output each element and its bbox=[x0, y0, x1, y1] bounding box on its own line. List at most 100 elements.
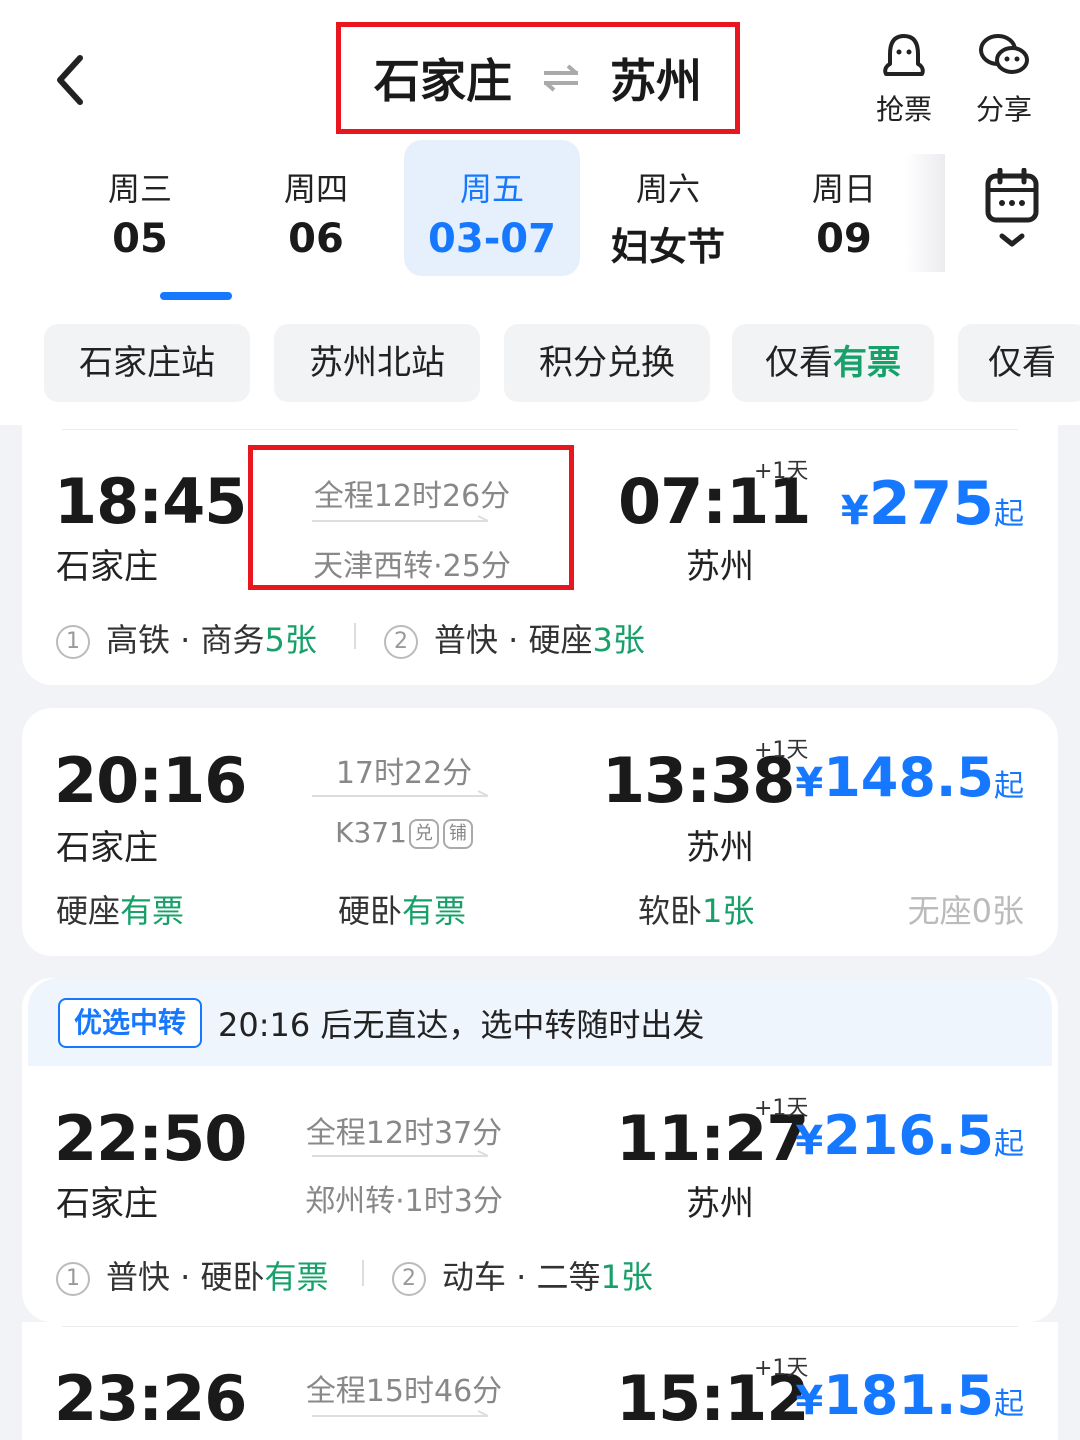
price: ¥148.5起 bbox=[795, 746, 1024, 809]
segment-availability: 1张 bbox=[600, 1258, 653, 1296]
transfer-info: 天津西转·25分 bbox=[313, 549, 511, 584]
segment-2: 2 普快 · 硬座3张 bbox=[384, 615, 645, 661]
transfer-info: 郑州转·1时3分 bbox=[305, 1184, 503, 1219]
filter-points-exchange[interactable]: 积分兑换 bbox=[504, 324, 710, 402]
seat-availability: 有票 bbox=[120, 892, 185, 930]
separator bbox=[354, 623, 356, 649]
price-symbol: ¥ bbox=[795, 1118, 824, 1164]
filter-available-only[interactable]: 仅看有票 bbox=[732, 324, 934, 402]
depart-time: 20:16 bbox=[54, 744, 247, 817]
arrow-line-icon bbox=[312, 790, 489, 797]
arrow-line-icon bbox=[312, 1410, 489, 1417]
arrow-line-icon bbox=[312, 515, 489, 522]
segment-1: 1 普快 · 硬卧有票 bbox=[56, 1252, 329, 1298]
duration: 全程12时26分 bbox=[313, 479, 511, 514]
price-value: 275 bbox=[868, 469, 994, 539]
segment-availability: 3张 bbox=[592, 621, 645, 659]
arrive-city: 苏州 bbox=[686, 828, 754, 868]
filter-available-prefix: 仅看 bbox=[765, 343, 833, 383]
price-value: 148.5 bbox=[823, 746, 994, 809]
price-suffix: 起 bbox=[994, 769, 1024, 804]
train-number: K371 bbox=[335, 816, 407, 849]
date-weekday: 周五 bbox=[459, 170, 524, 208]
segment-type: 普快 · 硬座 bbox=[434, 621, 593, 659]
promo-banner: 优选中转 20:16 后无直达，选中转随时出发 bbox=[28, 978, 1052, 1066]
separator bbox=[362, 1260, 364, 1286]
segment-1: 1 高铁 · 商务5张 bbox=[56, 615, 317, 661]
price: ¥216.5起 bbox=[795, 1104, 1024, 1167]
route-title[interactable]: 石家庄 苏州 bbox=[336, 22, 740, 134]
date-tab-fri[interactable]: 周五 03-07 bbox=[404, 140, 580, 276]
train-card[interactable]: 23:26 全程15时46分 15:12 +1天 ¥181.5起 bbox=[22, 1322, 1058, 1440]
to-city[interactable]: 苏州 bbox=[610, 45, 702, 111]
date-scroll-fade bbox=[905, 154, 945, 272]
date-indicator bbox=[160, 292, 232, 300]
price-symbol: ¥ bbox=[795, 760, 824, 806]
price-suffix: 起 bbox=[994, 1387, 1024, 1422]
depart-time: 22:50 bbox=[54, 1102, 247, 1175]
price-symbol: ¥ bbox=[840, 488, 869, 534]
seat-availability: 有票 bbox=[402, 892, 467, 930]
ghost-icon bbox=[883, 34, 925, 76]
segment-availability: 有票 bbox=[264, 1258, 329, 1296]
filter-arrive-station[interactable]: 苏州北站 bbox=[274, 324, 480, 402]
header: 石家庄 苏州 抢票 分享 周三 05 周四 06 周五 03-07 周六 妇女节… bbox=[0, 0, 1080, 425]
back-arrow-icon[interactable] bbox=[48, 52, 98, 108]
filter-available-green: 有票 bbox=[833, 343, 901, 383]
seat-hard-seat: 硬座有票 bbox=[56, 886, 184, 932]
price-suffix: 起 bbox=[994, 497, 1024, 532]
share-label: 分享 bbox=[975, 93, 1032, 126]
train-card[interactable]: 20:16 石家庄 17时22分 K371 兑铺 13:38 +1天 苏州 ¥14… bbox=[22, 708, 1058, 956]
depart-time: 23:26 bbox=[54, 1362, 247, 1435]
calendar-icon[interactable] bbox=[982, 168, 1042, 252]
segment-number: 2 bbox=[384, 625, 418, 659]
date-weekday: 周四 bbox=[283, 170, 348, 208]
date-tab-wed[interactable]: 周三 05 bbox=[52, 140, 228, 276]
from-city[interactable]: 石家庄 bbox=[374, 45, 512, 111]
grab-ticket-label: 抢票 bbox=[875, 93, 932, 126]
seat-type: 硬卧 bbox=[338, 892, 403, 930]
segment-2: 2 动车 · 二等1张 bbox=[392, 1252, 653, 1298]
swap-icon[interactable] bbox=[542, 64, 580, 92]
date-day: 妇女节 bbox=[610, 225, 725, 269]
seat-availability: 1张 bbox=[702, 892, 755, 930]
grab-ticket-button[interactable]: 抢票 bbox=[864, 30, 944, 128]
seat-standing: 无座0张 bbox=[908, 886, 1024, 932]
segment-type: 普快 · 硬卧 bbox=[106, 1258, 265, 1296]
seat-type: 硬座 bbox=[56, 892, 121, 930]
filter-depart-station[interactable]: 石家庄站 bbox=[44, 324, 250, 402]
share-button[interactable]: 分享 bbox=[964, 30, 1044, 128]
date-weekday: 周三 bbox=[107, 170, 172, 208]
seat-type: 软卧 bbox=[638, 892, 703, 930]
train-number-row: K371 兑铺 bbox=[254, 816, 554, 849]
divider bbox=[62, 1326, 1018, 1327]
segment-number: 2 bbox=[392, 1262, 426, 1296]
filter-bar: 石家庄站 苏州北站 积分兑换 仅看有票 仅看 bbox=[44, 324, 1080, 402]
segment-number: 1 bbox=[56, 625, 90, 659]
date-day: 06 bbox=[288, 216, 344, 262]
price-value: 181.5 bbox=[823, 1364, 994, 1427]
price: ¥181.5起 bbox=[795, 1364, 1024, 1427]
arrive-city: 苏州 bbox=[686, 547, 754, 587]
exchange-badge: 兑 bbox=[408, 819, 439, 849]
promo-text: 20:16 后无直达，选中转随时出发 bbox=[218, 1006, 705, 1044]
depart-time: 18:45 bbox=[54, 465, 247, 538]
date-tab-thu[interactable]: 周四 06 bbox=[228, 140, 404, 276]
segment-type: 高铁 · 商务 bbox=[106, 621, 265, 659]
filter-more[interactable]: 仅看 bbox=[958, 324, 1080, 402]
train-card[interactable]: 18:45 石家庄 全程12时26分 天津西转·25分 07:11 +1天 苏州… bbox=[22, 425, 1058, 685]
transfer-card[interactable]: 优选中转 20:16 后无直达，选中转随时出发 22:50 石家庄 全程12时3… bbox=[22, 978, 1058, 1322]
segment-availability: 5张 bbox=[264, 621, 317, 659]
depart-city: 石家庄 bbox=[56, 1184, 158, 1224]
depart-city: 石家庄 bbox=[56, 828, 158, 868]
arrow-line-icon bbox=[312, 1150, 489, 1157]
date-tab-sat[interactable]: 周六 妇女节 bbox=[580, 140, 756, 276]
seat-hard-sleeper: 硬卧有票 bbox=[338, 886, 466, 932]
divider bbox=[62, 429, 1018, 430]
arrive-city: 苏州 bbox=[686, 1184, 754, 1224]
seat-availability: 0张 bbox=[971, 892, 1024, 930]
price-symbol: ¥ bbox=[795, 1378, 824, 1424]
date-day: 05 bbox=[112, 216, 168, 262]
depart-city: 石家庄 bbox=[56, 547, 158, 587]
plus-day: +1天 bbox=[754, 459, 809, 484]
